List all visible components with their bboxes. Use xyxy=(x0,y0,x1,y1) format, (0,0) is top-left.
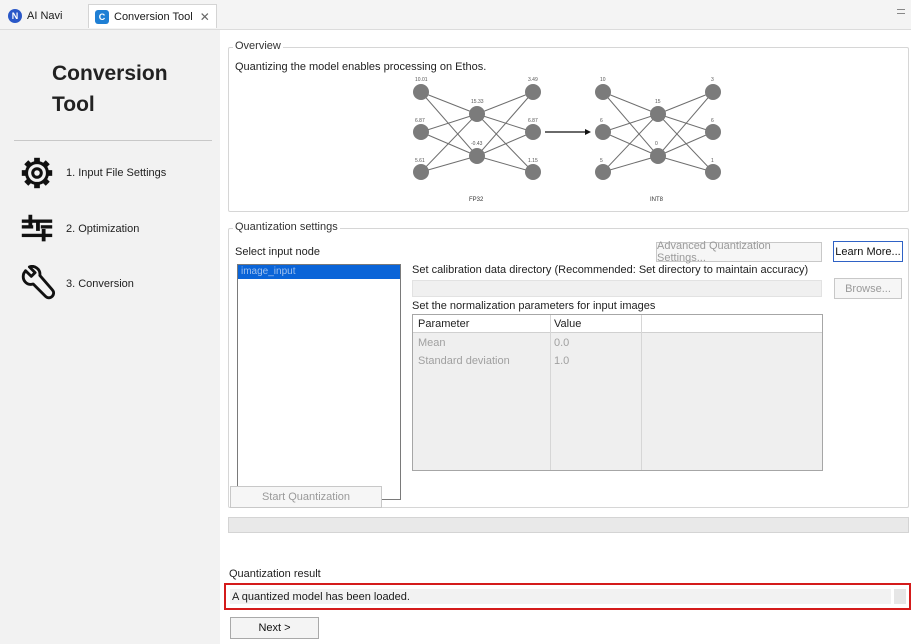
weight-label: 1 xyxy=(711,158,714,164)
calibration-directory-field[interactable] xyxy=(412,280,822,297)
quantization-result-text: A quantized model has been loaded. xyxy=(232,590,410,603)
weight-label: 10 xyxy=(600,77,606,83)
start-quantization-button[interactable]: Start Quantization xyxy=(230,486,382,508)
sidebar-item-label: 3. Conversion xyxy=(66,278,134,290)
weight-label: 6 xyxy=(711,118,714,124)
calibration-directory-label: Set calibration data directory (Recommen… xyxy=(412,264,809,276)
sidebar-item-label: 2. Optimization xyxy=(66,223,140,235)
weight-label: -0.43 xyxy=(471,141,483,147)
weight-label: 10.01 xyxy=(415,77,428,83)
sidebar-item-input-file-settings[interactable]: 1. Input File Settings xyxy=(18,154,166,192)
input-node-list[interactable]: image_input xyxy=(237,264,401,500)
next-button[interactable]: Next > xyxy=(230,617,319,639)
weight-label: 3.49 xyxy=(528,77,538,83)
quantization-result-label: Quantization result xyxy=(229,568,321,580)
weight-label: 15 xyxy=(655,99,661,105)
select-input-node-label: Select input node xyxy=(235,246,321,258)
result-text-area: A quantized model has been loaded. xyxy=(230,589,891,604)
table-cell-value[interactable]: 1.0 xyxy=(554,355,569,367)
tab-bar: N AI Navi C Conversion Tool ✕ xyxy=(0,0,911,30)
column-divider xyxy=(550,315,551,470)
conversion-tool-icon: C xyxy=(95,9,109,24)
sidebar: Conversion Tool 1. Input File Settings 2… xyxy=(0,30,220,644)
normalization-table: Parameter Value Mean 0.0 Standard deviat… xyxy=(412,314,823,471)
arrow-icon xyxy=(545,129,591,135)
quantization-group-label: Quantization settings xyxy=(233,221,340,233)
column-divider xyxy=(641,315,642,470)
table-cell-parameter: Mean xyxy=(418,337,446,349)
tab-conversion-tool[interactable]: C Conversion Tool ✕ xyxy=(88,4,217,28)
tab-label: Conversion Tool xyxy=(114,10,193,23)
tab-ai-navi[interactable]: N AI Navi xyxy=(8,4,62,28)
table-header xyxy=(413,315,822,333)
fp32-label: FP32 xyxy=(469,197,484,203)
list-item[interactable]: image_input xyxy=(238,265,400,279)
wrench-icon xyxy=(21,265,56,300)
ai-navi-icon: N xyxy=(8,9,22,23)
sidebar-item-conversion[interactable]: 3. Conversion xyxy=(18,265,134,303)
overview-group-label: Overview xyxy=(233,40,283,52)
sidebar-item-optimization[interactable]: 2. Optimization xyxy=(18,210,139,248)
sidebar-title: Conversion Tool xyxy=(52,62,168,116)
advanced-quantization-settings-button[interactable]: Advanced Quantization Settings... xyxy=(656,240,822,264)
tab-label: AI Navi xyxy=(27,10,63,22)
table-cell-parameter: Standard deviation xyxy=(418,355,510,367)
weight-label: 5 xyxy=(600,158,603,164)
int8-label: INT8 xyxy=(650,197,664,203)
sliders-icon xyxy=(21,214,53,242)
divider xyxy=(14,140,212,141)
close-icon[interactable]: ✕ xyxy=(200,10,210,24)
weight-label: 6 xyxy=(600,118,603,124)
quantization-diagram: 10.01 3.49 15.33 6.87 6.87 -0.43 5.61 1.… xyxy=(413,77,721,203)
weight-label: 5.61 xyxy=(415,158,425,164)
scrollbar[interactable] xyxy=(894,589,906,604)
learn-more-button[interactable]: Learn More... xyxy=(833,241,903,262)
weight-label: 0 xyxy=(655,141,658,147)
weight-label: 1.15 xyxy=(528,158,538,164)
sidebar-item-label: 1. Input File Settings xyxy=(66,167,167,179)
column-header-value: Value xyxy=(554,318,582,330)
weight-label: 15.33 xyxy=(471,99,484,105)
gear-icon xyxy=(21,157,53,189)
quantization-result-box: A quantized model has been loaded. xyxy=(224,583,911,610)
quantization-progress-bar xyxy=(228,517,909,533)
weight-label: 6.87 xyxy=(415,118,425,124)
browse-button[interactable]: Browse... xyxy=(834,278,902,299)
minimize-icon[interactable] xyxy=(897,9,905,14)
main-panel: Overview Quantizing the model enables pr… xyxy=(220,30,911,644)
weight-label: 6.87 xyxy=(528,118,538,124)
column-header-parameter: Parameter xyxy=(418,318,470,330)
normalization-label: Set the normalization parameters for inp… xyxy=(412,300,656,312)
table-cell-value[interactable]: 0.0 xyxy=(554,337,569,349)
weight-label: 3 xyxy=(711,77,714,83)
